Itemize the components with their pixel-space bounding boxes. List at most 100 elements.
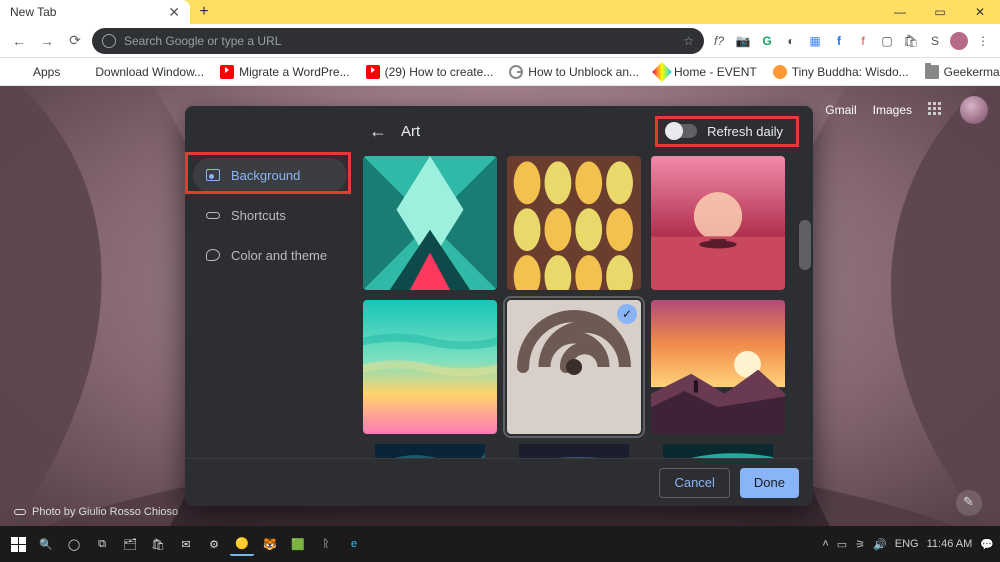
ext-cart-icon[interactable]: 🛍 xyxy=(902,32,920,50)
back-button[interactable]: ← xyxy=(8,30,30,52)
address-bar[interactable]: Search Google or type a URL ☆ xyxy=(92,28,704,54)
thumbnail-row xyxy=(359,444,813,458)
google-apps-icon[interactable] xyxy=(928,102,944,118)
mail-icon[interactable]: ✉ xyxy=(174,532,198,556)
address-placeholder: Search Google or type a URL xyxy=(124,34,281,48)
cancel-button[interactable]: Cancel xyxy=(659,468,729,498)
folder-icon xyxy=(925,65,939,79)
youtube-icon xyxy=(366,65,380,79)
ext-circle-icon[interactable]: ◐ xyxy=(782,32,800,50)
chrome-icon[interactable]: 🟡 xyxy=(230,532,254,556)
minimize-button[interactable]: — xyxy=(880,0,920,24)
tab-title: New Tab xyxy=(10,5,56,19)
wifi-icon[interactable]: ⚞ xyxy=(855,538,865,551)
bookmark-item[interactable]: Tiny Buddha: Wisdo... xyxy=(767,63,915,81)
bookmark-item[interactable]: How to Unblock an... xyxy=(503,63,645,81)
wallpaper-thumb-gradient[interactable] xyxy=(363,300,497,434)
close-window-button[interactable]: ✕ xyxy=(960,0,1000,24)
sidebar-item-shortcuts[interactable]: Shortcuts xyxy=(193,198,347,232)
scrollbar-thumb[interactable] xyxy=(799,220,811,270)
toggle-switch[interactable] xyxy=(667,124,697,138)
edge-icon[interactable]: e xyxy=(342,532,366,556)
app-icon[interactable]: 🐯 xyxy=(258,532,282,556)
thumbnail-row: ✓ xyxy=(359,300,813,434)
wallpaper-thumb-leaves[interactable] xyxy=(507,156,641,290)
thumbnail-grid-wrap: ✓ xyxy=(355,156,813,458)
done-button[interactable]: Done xyxy=(740,468,799,498)
ext-box-icon[interactable]: ▦ xyxy=(806,32,824,50)
window-titlebar: New Tab ✕ + — ▭ ✕ xyxy=(0,0,1000,24)
taskbar-right: ˄ ▭ ⚞ 🔊 ENG 11:46 AM 💬 xyxy=(822,538,994,551)
link-icon xyxy=(14,509,26,515)
palette-icon xyxy=(205,247,221,263)
new-tab-button[interactable]: + xyxy=(190,0,218,24)
sidebar-label: Background xyxy=(231,168,300,183)
maximize-button[interactable]: ▭ xyxy=(920,0,960,24)
bookmark-item[interactable]: Geekermag xyxy=(919,63,1000,81)
customize-button[interactable] xyxy=(956,490,982,516)
wallpaper-thumb-geometric[interactable] xyxy=(363,156,497,290)
bookmark-item[interactable]: Home - EVENT xyxy=(649,63,763,81)
account-avatar[interactable] xyxy=(960,96,988,124)
dialog-sidebar: Background Shortcuts Color and theme xyxy=(185,106,355,458)
task-view-icon[interactable]: ⧉ xyxy=(90,532,114,556)
bookmark-item[interactable]: Migrate a WordPre... xyxy=(214,63,355,81)
ext-f-icon[interactable]: f xyxy=(854,32,872,50)
app-icon[interactable]: ᚱ xyxy=(314,532,338,556)
wallpaper-thumb-sunset-pink[interactable] xyxy=(651,156,785,290)
images-link[interactable]: Images xyxy=(873,103,912,117)
image-icon xyxy=(205,167,221,183)
facebook-icon[interactable]: f xyxy=(830,32,848,50)
browser-menu-icon[interactable]: ⋮ xyxy=(974,32,992,50)
file-explorer-icon[interactable]: 🗂 xyxy=(118,532,142,556)
sidebar-item-color-theme[interactable]: Color and theme xyxy=(193,238,347,272)
bookmark-label: Tiny Buddha: Wisdo... xyxy=(792,65,909,79)
start-button[interactable] xyxy=(6,532,30,556)
back-arrow-icon[interactable]: ← xyxy=(369,121,387,142)
battery-icon[interactable]: ▭ xyxy=(837,538,847,551)
cortana-icon[interactable]: ◯ xyxy=(62,532,86,556)
ext-s-icon[interactable]: S xyxy=(926,32,944,50)
wallpaper-thumb-sunset-orange[interactable] xyxy=(651,300,785,434)
language-indicator[interactable]: ENG xyxy=(895,538,919,550)
system-tray[interactable]: ˄ ▭ ⚞ 🔊 ENG 11:46 AM 💬 xyxy=(822,538,994,551)
sidebar-item-background[interactable]: Background xyxy=(193,158,347,192)
sidebar-label: Shortcuts xyxy=(231,208,286,223)
bookmarks-bar: Apps Download Window... Migrate a WordPr… xyxy=(0,58,1000,86)
bookmark-item[interactable]: Download Window... xyxy=(70,63,210,81)
thumbnail-row xyxy=(359,156,813,290)
wallpaper-thumb-swirl[interactable]: ✓ xyxy=(507,300,641,434)
settings-icon[interactable]: ⚙ xyxy=(202,532,226,556)
app-icon[interactable]: 🟩 xyxy=(286,532,310,556)
store-icon[interactable]: 🛍 xyxy=(146,532,170,556)
profile-avatar-icon[interactable] xyxy=(950,32,968,50)
ext-square-icon[interactable]: ▢ xyxy=(878,32,896,50)
bookmark-item[interactable]: (29) How to create... xyxy=(360,63,500,81)
globe-icon xyxy=(509,65,523,79)
wallpaper-thumb-partial[interactable] xyxy=(507,444,641,458)
sidebar-label: Color and theme xyxy=(231,248,327,263)
apps-label: Apps xyxy=(33,65,60,79)
wallpaper-thumb-partial[interactable] xyxy=(651,444,785,458)
gmail-link[interactable]: Gmail xyxy=(825,103,856,117)
forward-button[interactable]: → xyxy=(36,30,58,52)
globe-icon xyxy=(102,34,116,48)
ext-fq-icon[interactable]: f? xyxy=(710,32,728,50)
wallpaper-thumb-partial[interactable] xyxy=(363,444,497,458)
window-controls: — ▭ ✕ xyxy=(880,0,1000,24)
tray-chevron-icon[interactable]: ˄ xyxy=(822,538,828,550)
volume-icon[interactable]: 🔊 xyxy=(873,538,887,551)
grammarly-icon[interactable]: G xyxy=(758,32,776,50)
search-icon[interactable]: 🔍 xyxy=(34,532,58,556)
apps-shortcut[interactable]: Apps xyxy=(8,63,66,81)
annotation-highlight: Refresh daily xyxy=(655,116,799,147)
browser-tab[interactable]: New Tab ✕ xyxy=(0,0,190,24)
refresh-daily-toggle[interactable]: Refresh daily xyxy=(663,120,791,143)
windows-icon xyxy=(76,65,90,79)
reload-button[interactable]: ⟳ xyxy=(64,30,86,52)
tab-close-icon[interactable]: ✕ xyxy=(168,4,180,21)
notifications-icon[interactable]: 💬 xyxy=(980,538,994,551)
camera-icon[interactable]: 📷 xyxy=(734,32,752,50)
clock[interactable]: 11:46 AM xyxy=(927,538,973,550)
bookmark-star-icon[interactable]: ☆ xyxy=(683,34,694,48)
